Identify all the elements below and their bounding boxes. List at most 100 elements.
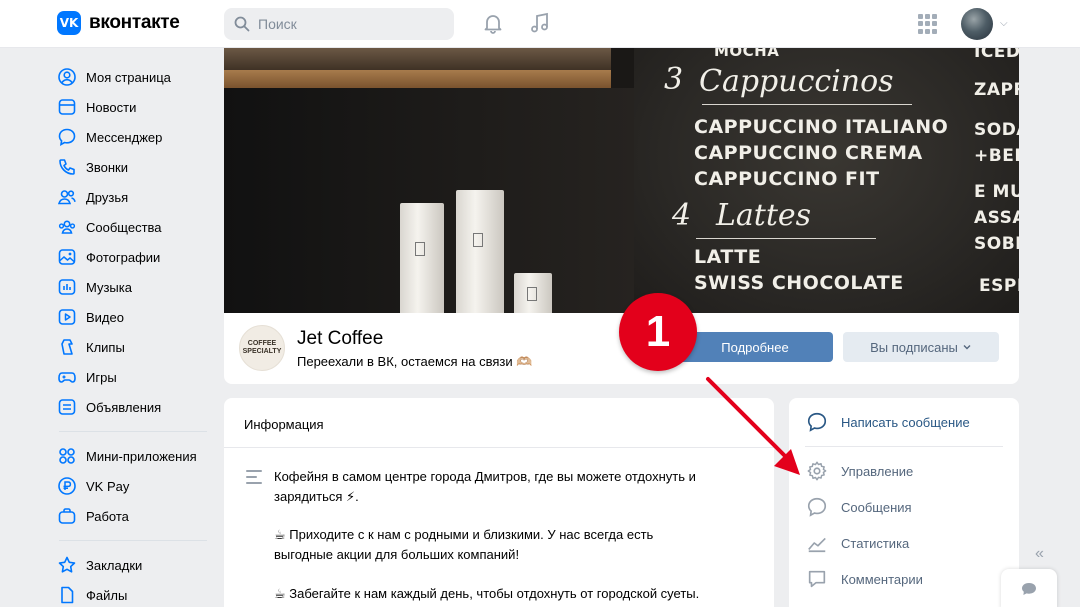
annotation-badge: 1: [619, 293, 697, 371]
sidebar-divider: [59, 431, 207, 432]
sidebar-item-clips[interactable]: Клипы: [57, 332, 217, 362]
sidebar-item-star[interactable]: Закладки: [57, 550, 217, 580]
sidebar-item-label: Игры: [86, 369, 117, 385]
sidebar-item-label: Клипы: [86, 339, 125, 355]
sidebar-item-news[interactable]: Новости: [57, 92, 217, 122]
sidebar-item-briefcase[interactable]: Работа: [57, 501, 217, 531]
menu-line: MOCHA: [714, 48, 780, 60]
sidebar-item-label: Звонки: [86, 159, 128, 175]
sidebar-item-label: Музыка: [86, 279, 132, 295]
more-info-button[interactable]: Подробнее: [677, 332, 833, 362]
news-icon: [57, 97, 77, 117]
info-paragraph: выгодные акции для больших компаний!: [274, 547, 520, 562]
comments-link[interactable]: Комментарии: [805, 567, 923, 591]
sidebar-item-label: Моя страница: [86, 69, 171, 85]
community-name: Jet Coffee: [297, 328, 384, 349]
sidebar-item-label: Друзья: [86, 189, 129, 205]
actions-card: Написать сообщение Управление Сообщения …: [789, 398, 1019, 607]
apps-icon: [57, 446, 77, 466]
music-note-icon[interactable]: [528, 11, 552, 35]
message-icon: [807, 497, 827, 517]
message-icon: [57, 127, 77, 147]
menu-right-line: ASSA: [974, 208, 1019, 228]
bell-icon[interactable]: [481, 11, 505, 35]
chevron-down-icon[interactable]: ⌵: [1000, 18, 1008, 29]
classifieds-icon: [57, 397, 77, 417]
statistics-icon: [808, 537, 826, 553]
sidebar-item-user-circle[interactable]: Моя страница: [57, 62, 217, 92]
menu-right-line: SODA: [974, 120, 1019, 140]
info-paragraph: зарядиться ⚡.: [274, 489, 359, 504]
subscribed-button[interactable]: Вы подписаны: [843, 332, 999, 362]
phone-icon: [57, 157, 77, 177]
avatar[interactable]: [961, 8, 993, 40]
statistics-link[interactable]: Статистика: [805, 531, 909, 555]
chat-icon: [1022, 583, 1036, 595]
menu-right-line: ZAPRA: [974, 80, 1019, 100]
vk-logo-text: вконтакте: [89, 12, 180, 33]
search-input[interactable]: Поиск: [224, 8, 454, 40]
sidebar-item-label: Работа: [86, 508, 129, 524]
file-icon: [57, 585, 77, 605]
subscribed-label: Вы подписаны: [870, 339, 958, 355]
vk-logo-mark: VK: [57, 11, 81, 35]
sidebar-item-gamepad[interactable]: Игры: [57, 362, 217, 392]
sidebar-item-file[interactable]: Файлы: [57, 580, 217, 607]
chat-button[interactable]: [1001, 569, 1057, 607]
sidebar-divider: [59, 540, 207, 541]
sidebar-item-label: Новости: [86, 99, 137, 115]
menu-right-line: +BEB: [974, 146, 1019, 166]
photo-icon: [57, 247, 77, 267]
write-message-link[interactable]: Написать сообщение: [805, 410, 970, 434]
community-status: Переехали в ВК, остаемся на связи 🫶🏼: [297, 354, 533, 369]
sidebar-item-friends[interactable]: Друзья: [57, 182, 217, 212]
menu-right-line: ICED: [974, 48, 1019, 62]
info-paragraph: Кофейня в самом центре города Дмитров, г…: [274, 469, 696, 484]
sidebar-item-label: Закладки: [86, 557, 143, 573]
menu-num-3: 3: [664, 62, 684, 97]
video-icon: [57, 307, 77, 327]
statistics-label: Статистика: [841, 535, 910, 551]
sidebar-item-label: Файлы: [86, 587, 128, 603]
music-icon: [57, 277, 77, 297]
comment-icon: [808, 570, 826, 588]
communities-icon: [57, 217, 77, 237]
sidebar-item-label: Сообщества: [86, 219, 162, 235]
menu-line: CAPPUCCINO CREMA: [694, 142, 923, 164]
sidebar-item-music[interactable]: Музыка: [57, 272, 217, 302]
community-logo[interactable]: COFFEE SPECIALTY: [239, 325, 285, 371]
sidebar-item-classifieds[interactable]: Объявления: [57, 392, 217, 422]
collapse-icon[interactable]: «: [1035, 545, 1044, 563]
sidebar-item-apps[interactable]: Мини-приложения: [57, 441, 217, 471]
menu-line: CAPPUCCINO FIT: [694, 168, 880, 190]
top-header: VK вконтакте Поиск ⌵: [0, 0, 1080, 48]
cover-image: MOCHA 3 Cappuccinos CAPPUCCINO ITALIANO …: [224, 48, 1019, 313]
user-circle-icon: [57, 67, 77, 87]
sidebar-item-label: Мессенджер: [86, 129, 163, 145]
info-card: Информация Кофейня в самом центре города…: [224, 398, 774, 607]
sidebar-item-label: VK Pay: [86, 478, 130, 494]
messages-link[interactable]: Сообщения: [805, 495, 912, 519]
star-icon: [57, 555, 77, 575]
sidebar-item-photo[interactable]: Фотографии: [57, 242, 217, 272]
manage-link[interactable]: Управление: [805, 459, 913, 483]
sidebar-item-phone[interactable]: Звонки: [57, 152, 217, 182]
menu-right-line: SOBR: [974, 234, 1019, 254]
sidebar-item-communities[interactable]: Сообщества: [57, 212, 217, 242]
sidebar-item-label: Фотографии: [86, 249, 161, 265]
menu-num-4: 4: [672, 198, 692, 233]
info-title: Информация: [244, 417, 324, 432]
manage-label: Управление: [841, 463, 914, 479]
write-message-label: Написать сообщение: [841, 414, 970, 430]
search-placeholder: Поиск: [258, 16, 297, 32]
sidebar-item-message[interactable]: Мессенджер: [57, 122, 217, 152]
annotation-arrow-icon: [706, 377, 800, 475]
messages-label: Сообщения: [841, 499, 912, 515]
text-lines-icon: [246, 470, 262, 488]
sidebar-item-video[interactable]: Видео: [57, 302, 217, 332]
menu-section-cappuccinos: Cappuccinos: [699, 64, 894, 99]
vk-logo[interactable]: VK вконтакте: [57, 11, 180, 35]
apps-grid-icon[interactable]: [918, 14, 938, 34]
sidebar-item-vkpay[interactable]: VK Pay: [57, 471, 217, 501]
clips-icon: [57, 337, 77, 357]
